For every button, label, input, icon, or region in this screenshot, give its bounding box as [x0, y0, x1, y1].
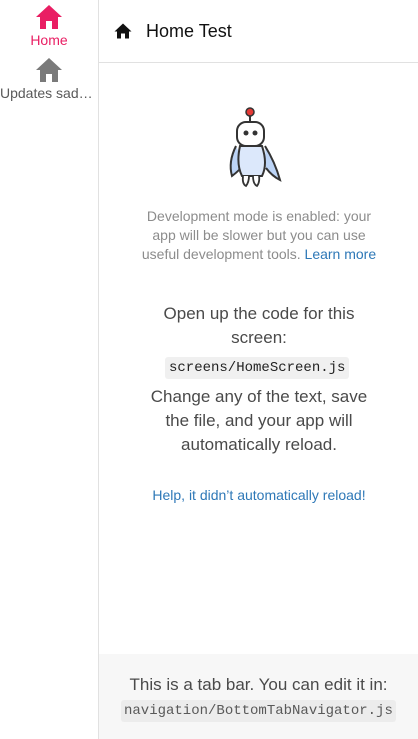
robot-icon	[229, 107, 282, 188]
help-link[interactable]: Help, it didn’t automatically reload!	[119, 486, 399, 505]
page-title: Home Test	[146, 20, 232, 41]
header: Home Test	[99, 0, 418, 63]
change-text: Change any of the text, save the file, a…	[150, 387, 368, 454]
tab-bar-path: navigation/BottomTabNavigator.js	[121, 700, 396, 722]
sidebar-item-home[interactable]: Home	[0, 4, 98, 49]
tab-bar-info: This is a tab bar. You can edit it in: n…	[99, 654, 418, 739]
dev-mode-notice: Development mode is enabled: your app wi…	[139, 207, 379, 264]
sidebar-item-label: Updates sadasd	[0, 85, 98, 101]
home-icon	[36, 5, 62, 29]
tab-bar-message: This is a tab bar. You can edit it in:	[129, 675, 388, 694]
home-icon	[114, 23, 132, 39]
code-path: screens/HomeScreen.js	[165, 357, 350, 379]
learn-more-link[interactable]: Learn more	[305, 246, 377, 262]
open-code-text: Open up the code for this screen:	[163, 304, 355, 347]
main-content: Development mode is enabled: your app wi…	[99, 63, 418, 654]
sidebar: Home Updates sadasd	[0, 0, 99, 739]
home-icon	[36, 58, 62, 82]
sidebar-item-updates[interactable]: Updates sadasd	[0, 57, 98, 102]
sidebar-item-label: Home	[30, 32, 68, 48]
